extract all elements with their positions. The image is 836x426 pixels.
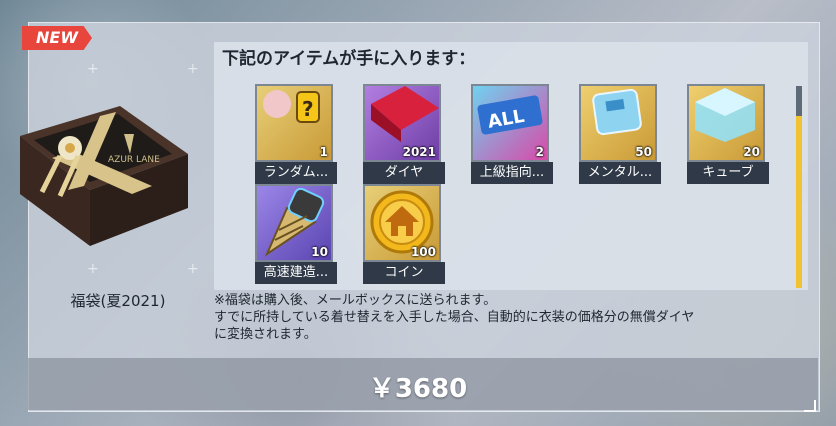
- decor-plus: +: [187, 61, 199, 77]
- item-label: コイン: [363, 262, 445, 284]
- item-label: ダイヤ: [363, 162, 445, 184]
- scrollbar-thumb[interactable]: [796, 116, 802, 288]
- item-qty: 1: [319, 145, 328, 159]
- decor-plus: +: [87, 61, 99, 77]
- item-qty: 2021: [402, 145, 436, 159]
- item-qty: 10: [311, 245, 328, 259]
- item-label: メンタル...: [579, 162, 661, 184]
- item-random-box[interactable]: ? 1 ランダム...: [255, 84, 337, 184]
- note-line: ※福袋は購入後、メールボックスに送られます。: [214, 293, 497, 308]
- all-blueprint-icon: ALL 2: [471, 84, 549, 162]
- cube-icon: 20: [687, 84, 765, 162]
- diamond-icon: 2021: [363, 84, 441, 162]
- lucky-bag-image: AZUR LANE: [12, 96, 190, 256]
- note-line: すでに所持している着せ替えを入手した場合、自動的に衣装の価格分の無償ダイヤ: [214, 310, 695, 325]
- decor-plus: +: [87, 261, 99, 277]
- item-blueprint[interactable]: ALL 2 上級指向...: [471, 84, 553, 184]
- svg-text:AZUR LANE: AZUR LANE: [108, 155, 160, 165]
- random-box-icon: ? 1: [255, 84, 333, 162]
- new-badge: NEW: [22, 26, 92, 50]
- item-qty: 2: [535, 145, 544, 159]
- coin-icon: 100: [363, 184, 441, 262]
- decor-plus: +: [187, 261, 199, 277]
- item-qty: 20: [743, 145, 760, 159]
- item-mental-unit[interactable]: 50 メンタル...: [579, 84, 661, 184]
- item-label: 高速建造...: [255, 262, 337, 284]
- note-line: に変換されます。: [214, 327, 317, 342]
- item-qty: 50: [635, 145, 652, 159]
- item-label: キューブ: [687, 162, 769, 184]
- item-diamond[interactable]: 2021 ダイヤ: [363, 84, 445, 184]
- item-qty: 100: [410, 245, 436, 259]
- items-scrollbar[interactable]: [796, 86, 802, 288]
- item-label: ランダム...: [255, 162, 337, 184]
- corner-decoration: [804, 400, 816, 412]
- mental-unit-icon: 50: [579, 84, 657, 162]
- item-label: 上級指向...: [471, 162, 553, 184]
- items-header: 下記のアイテムが手に入ります：: [222, 49, 476, 69]
- item-quick-finisher[interactable]: 10 高速建造...: [255, 184, 337, 284]
- price-button[interactable]: ￥3680: [0, 368, 836, 405]
- product-name: 福袋(夏2021): [70, 292, 166, 310]
- drill-icon: 10: [255, 184, 333, 262]
- purchase-note: ※福袋は購入後、メールボックスに送られます。 すでに所持している着せ替えを入手し…: [214, 292, 808, 343]
- item-coin[interactable]: 100 コイン: [363, 184, 445, 284]
- item-cube[interactable]: 20 キューブ: [687, 84, 769, 184]
- svg-text:?: ?: [302, 97, 314, 121]
